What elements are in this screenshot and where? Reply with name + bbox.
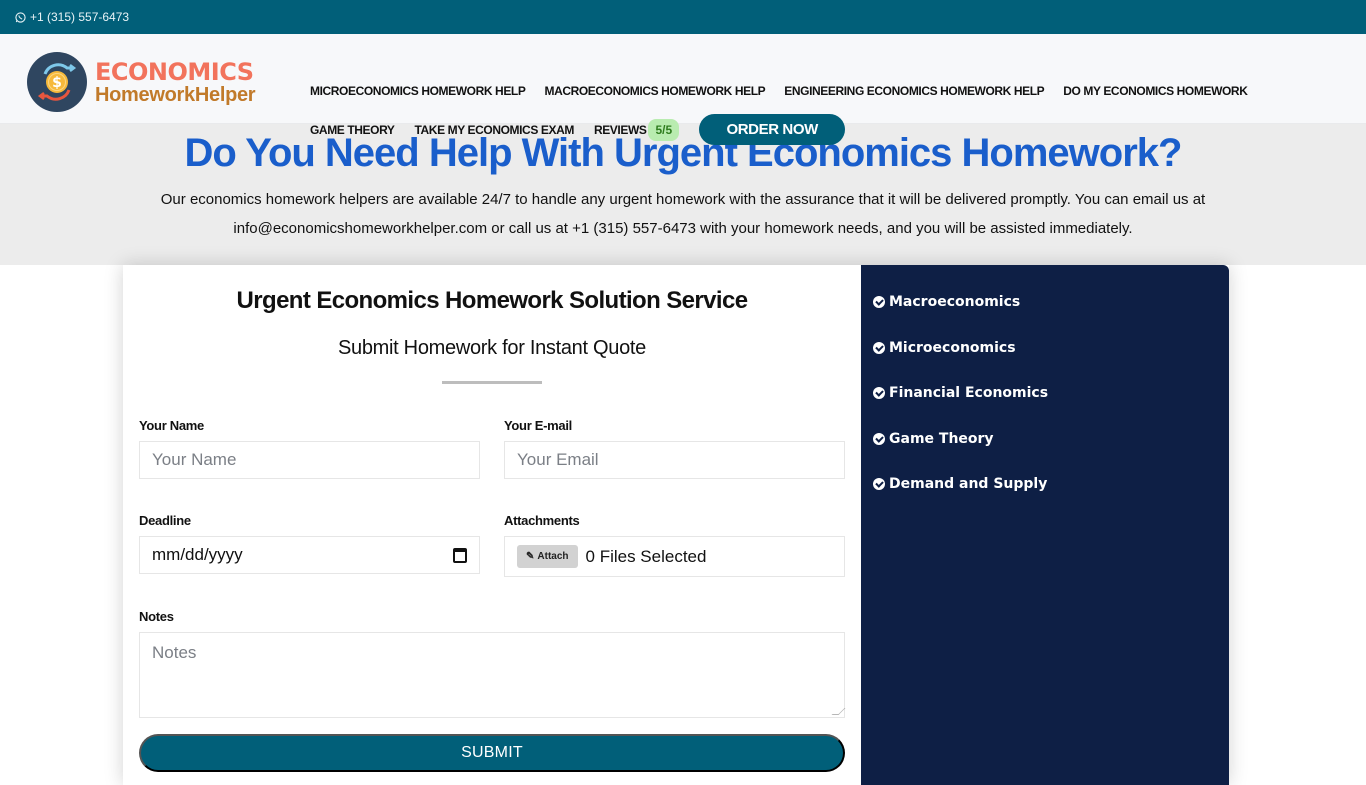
subject-label: Game Theory [889,430,994,447]
check-circle-icon [873,478,885,490]
subject-label: Financial Economics [889,385,1049,401]
order-now-button[interactable]: ORDER NOW [699,114,846,145]
attach-button[interactable]: ✎ Attach [517,545,578,568]
notes-textarea[interactable]: Notes [139,632,846,718]
nav-do-my-economics-homework[interactable]: DO MY ECONOMICS HOMEWORK [1063,84,1248,98]
attach-button-label: Attach [537,551,569,562]
hero-description: Our economics homework helpers are avail… [160,191,1206,237]
svg-text:$: $ [52,75,62,91]
subject-label: Demand and Supply [889,476,1048,492]
check-circle-icon [873,387,885,399]
calendar-icon[interactable] [453,547,467,563]
subject-label: Macroeconomics [889,294,1021,310]
logo-line1: ECONOMICS [95,57,254,86]
name-label: Your Name [139,418,204,433]
site-logo[interactable]: $ ECONOMICS HomeworkHelper [27,52,256,112]
email-label: Your E-mail [504,418,572,433]
nav-macroeconomics-help[interactable]: MACROECONOMICS HOMEWORK HELP [544,84,765,98]
hero-section: Do You Need Help With Urgent Economics H… [0,124,1366,265]
subject-item: Financial Economics [873,384,1229,402]
logo-line2: HomeworkHelper [95,83,256,106]
main-nav-row-2: GAME THEORY TAKE MY ECONOMICS EXAM REVIE… [310,114,846,145]
notes-label: Notes [139,609,174,624]
subject-item: Game Theory [873,430,1229,448]
title-divider [442,381,542,384]
nav-reviews-label[interactable]: REVIEWS [594,123,647,137]
attachments-input: ✎ Attach 0 Files Selected [504,536,845,577]
nav-microeconomics-help[interactable]: MICROECONOMICS HOMEWORK HELP [310,84,526,98]
quote-card: Urgent Economics Homework Solution Servi… [123,265,1229,785]
reviews-rating-badge: 5/5 [648,118,680,141]
resize-handle-icon[interactable] [831,708,846,715]
email-input[interactable]: Your Email [504,441,845,479]
check-circle-icon [873,432,885,445]
subjects-sidebar: Macroeconomics Microeconomics Financial … [861,265,1229,785]
nav-reviews[interactable]: REVIEWS 5/5 [594,118,680,141]
subject-item: Microeconomics [873,339,1229,357]
subject-label: Microeconomics [889,339,1016,356]
top-contact-bar: +1 (315) 557-6473 [0,0,1366,34]
deadline-value: mm/dd/yyyy [152,545,243,564]
deadline-label: Deadline [139,513,191,528]
submit-button[interactable]: SUBMIT [139,734,845,772]
dollar-coin-exchange-icon: $ [27,52,87,112]
whatsapp-icon [15,11,26,23]
site-header: $ ECONOMICS HomeworkHelper MICROECONOMIC… [0,34,1366,145]
subject-item: Demand and Supply [873,475,1229,493]
form-subtitle: Submit Homework for Instant Quote [337,337,646,359]
paperclip-icon: ✎ [526,551,535,562]
check-circle-icon [873,341,885,354]
notes-placeholder: Notes [152,643,197,662]
nav-engineering-economics-help[interactable]: ENGINEERING ECONOMICS HOMEWORK HELP [784,84,1044,98]
attachments-label: Attachments [504,513,580,528]
attach-status: 0 Files Selected [585,546,707,566]
subject-item: Macroeconomics [873,293,1229,311]
form-title: Urgent Economics Homework Solution Servi… [236,287,749,314]
nav-game-theory[interactable]: GAME THEORY [310,123,395,137]
top-phone-link[interactable]: +1 (315) 557-6473 [30,10,129,24]
deadline-date-input[interactable]: mm/dd/yyyy [139,536,480,574]
main-nav-row-1: MICROECONOMICS HOMEWORK HELP MACROECONOM… [310,84,1266,98]
nav-take-economics-exam[interactable]: TAKE MY ECONOMICS EXAM [415,123,575,137]
check-circle-icon [873,296,885,308]
quote-form: Urgent Economics Homework Solution Servi… [123,265,861,785]
name-input[interactable]: Your Name [139,441,480,479]
